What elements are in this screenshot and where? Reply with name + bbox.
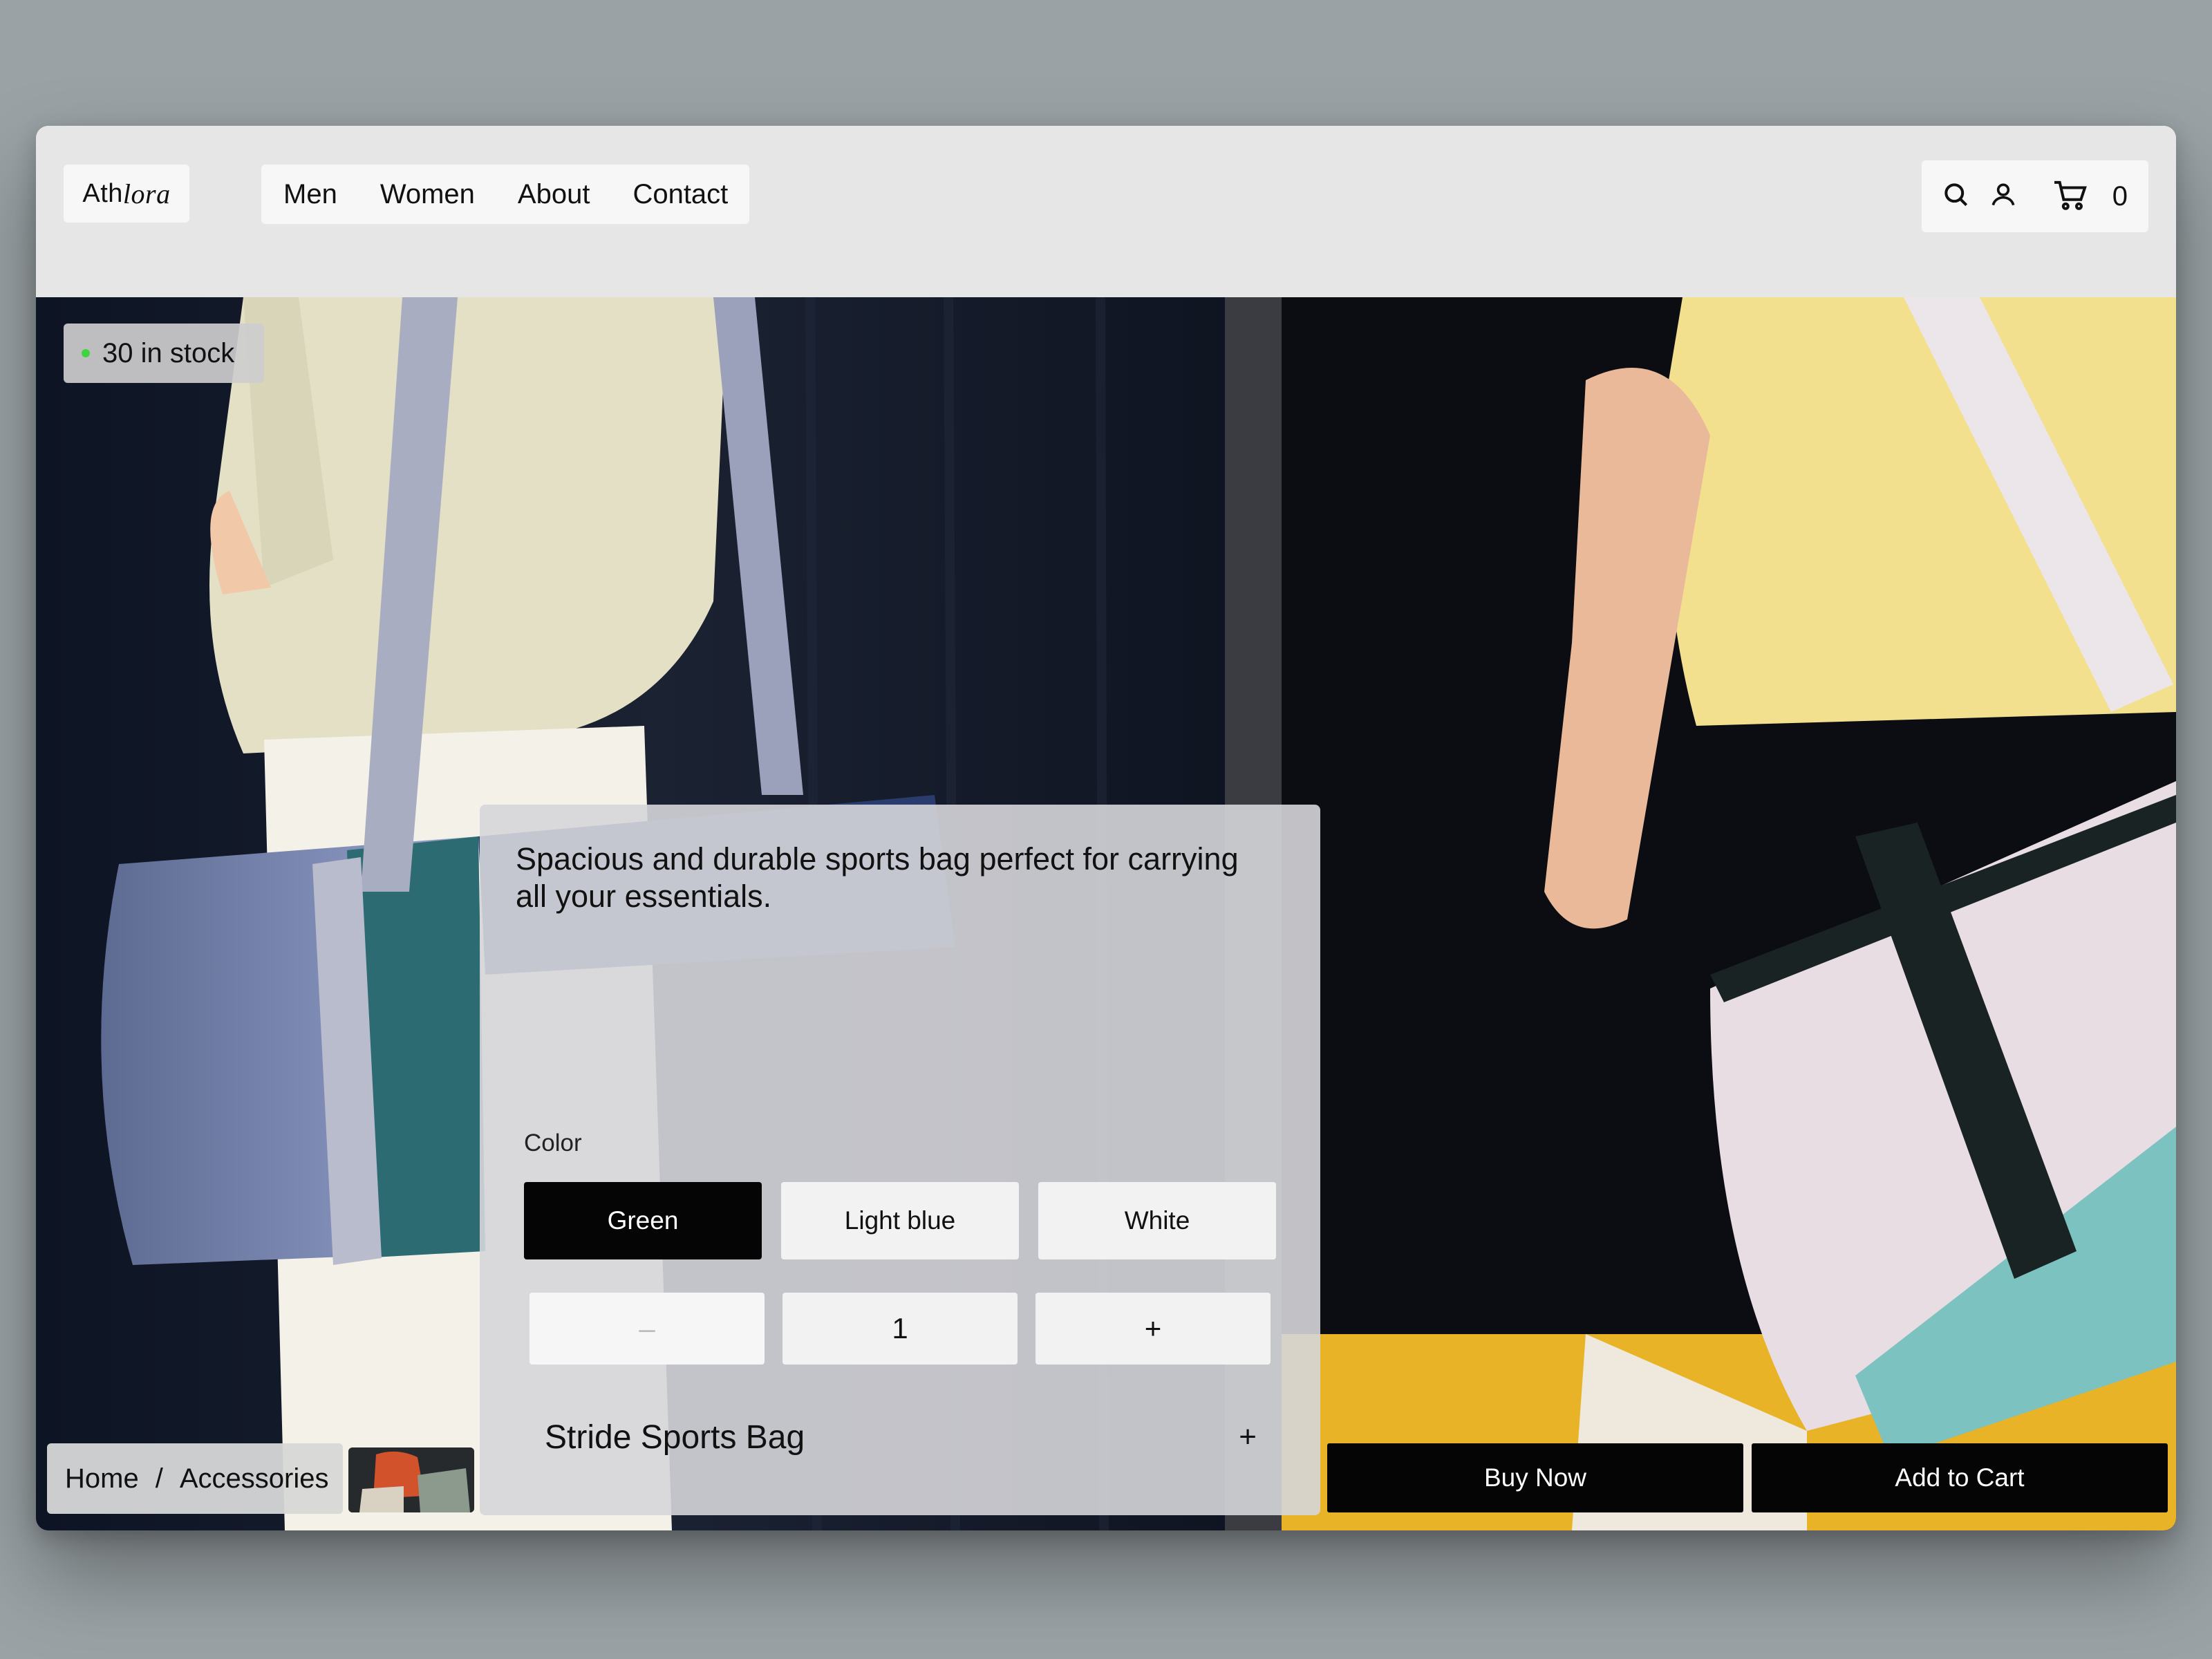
- expand-icon[interactable]: +: [1239, 1420, 1257, 1454]
- quantity-decrease-button[interactable]: –: [529, 1293, 765, 1365]
- breadcrumb-accessories[interactable]: Accessories: [180, 1463, 329, 1494]
- color-option-white[interactable]: White: [1038, 1182, 1276, 1259]
- quantity-value[interactable]: 1: [782, 1293, 1018, 1365]
- product-details-toggle[interactable]: Stride Sports Bag +: [545, 1413, 1257, 1461]
- product-thumbnail[interactable]: [348, 1447, 474, 1512]
- search-icon[interactable]: [1941, 180, 1971, 214]
- quantity-increase-button[interactable]: +: [1035, 1293, 1271, 1365]
- cart-count: 0: [2112, 181, 2128, 212]
- header-tools: 0: [1922, 160, 2148, 232]
- breadcrumb: Home / Accessories: [47, 1443, 343, 1514]
- purchase-actions: Buy Now Add to Cart: [1327, 1443, 2168, 1512]
- site-logo[interactable]: Ath lora: [64, 165, 189, 223]
- logo-text-bold: Ath: [82, 178, 123, 208]
- product-photo-right: [1282, 297, 2176, 1530]
- quantity-stepper: – 1 +: [529, 1293, 1271, 1365]
- nav-item-women[interactable]: Women: [380, 179, 475, 210]
- add-to-cart-button[interactable]: Add to Cart: [1752, 1443, 2168, 1512]
- buy-now-button[interactable]: Buy Now: [1327, 1443, 1743, 1512]
- nav-item-contact[interactable]: Contact: [632, 179, 728, 210]
- product-description: Spacious and durable sports bag perfect …: [516, 841, 1239, 914]
- nav-item-men[interactable]: Men: [283, 179, 337, 210]
- breadcrumb-home[interactable]: Home: [65, 1463, 139, 1494]
- logo-text-italic: lora: [122, 178, 171, 209]
- main-nav: Men Women About Contact: [261, 165, 749, 224]
- stock-label: 30 in stock: [102, 337, 235, 368]
- nav-item-about[interactable]: About: [518, 179, 590, 210]
- product-panel: Spacious and durable sports bag perfect …: [480, 805, 1320, 1515]
- product-name: Stride Sports Bag: [545, 1418, 805, 1456]
- color-label: Color: [524, 1130, 582, 1156]
- color-option-green[interactable]: Green: [524, 1182, 762, 1259]
- site-header: Ath lora Men Women About Contact 0: [36, 126, 2176, 297]
- stock-badge: 30 in stock: [64, 324, 264, 383]
- browser-window: Ath lora Men Women About Contact 0 30 in…: [36, 126, 2176, 1530]
- color-options: Green Light blue White: [524, 1182, 1276, 1259]
- color-option-light-blue[interactable]: Light blue: [781, 1182, 1019, 1259]
- user-icon[interactable]: [1988, 180, 2018, 214]
- stock-status-dot: [82, 349, 90, 357]
- breadcrumb-separator: /: [155, 1463, 163, 1494]
- cart-icon[interactable]: [2053, 180, 2088, 215]
